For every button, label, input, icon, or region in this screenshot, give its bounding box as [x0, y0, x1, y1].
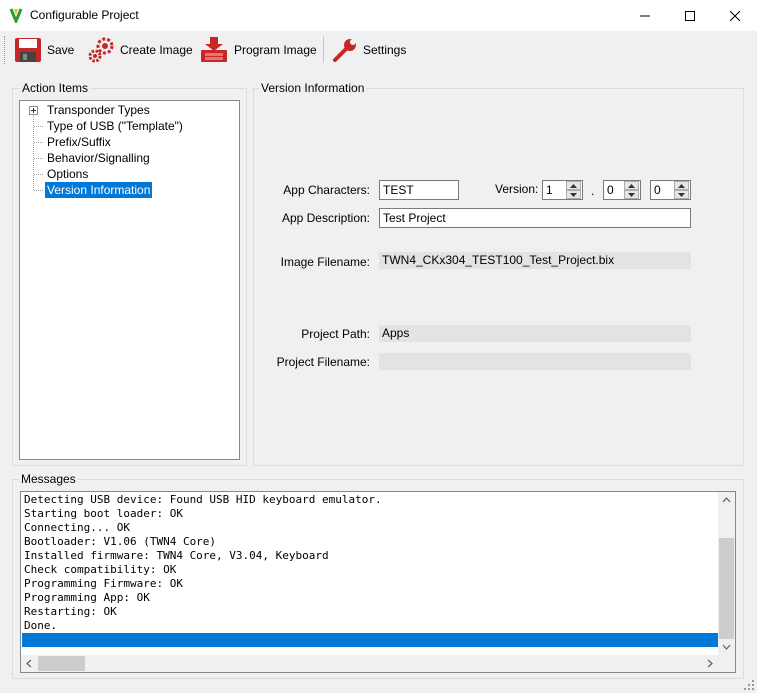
gears-icon	[88, 37, 114, 62]
app-description-input[interactable]: Test Project	[379, 208, 691, 228]
tree-guide-line	[34, 190, 43, 191]
version-major-down-button[interactable]	[566, 190, 581, 199]
minimize-icon	[639, 15, 650, 16]
version-label: Version:	[495, 182, 539, 196]
tree-item-behavior-signalling[interactable]: Behavior/Signalling	[45, 150, 152, 166]
tree-guide-line	[34, 142, 43, 143]
message-line: Installed firmware: TWN4 Core, V3.04, Ke…	[24, 549, 329, 562]
message-line: Detecting USB device: Found USB HID keyb…	[24, 493, 382, 506]
tree-item-version-information[interactable]: Version Information	[45, 182, 153, 198]
arrow-down-icon	[628, 192, 635, 197]
version-patch-stepper[interactable]: 0	[650, 180, 691, 200]
version-information-title: Version Information	[259, 81, 367, 95]
arrow-up-icon	[628, 183, 635, 188]
message-line: Programming App: OK	[24, 591, 150, 604]
version-minor-up-button[interactable]	[624, 181, 639, 190]
message-line: Bootloader: V1.06 (TWN4 Core)	[24, 535, 217, 548]
scroll-right-icon[interactable]	[701, 655, 718, 672]
close-icon	[729, 10, 740, 21]
program-image-button[interactable]: Program Image	[199, 33, 317, 66]
action-items-title: Action Items	[20, 81, 91, 95]
image-filename-label: Image Filename:	[280, 255, 370, 269]
project-filename-label: Project Filename:	[276, 355, 370, 369]
plus-icon	[31, 108, 36, 113]
image-filename-field[interactable]: TWN4_CKx304_TEST100_Test_Project.bix	[379, 252, 691, 269]
message-line: Check compatibility: OK	[24, 563, 177, 576]
arrow-up-icon	[570, 183, 577, 188]
tree-item-type-of-usb[interactable]: Type of USB ("Template")	[45, 118, 185, 134]
settings-button[interactable]: Settings	[332, 33, 406, 66]
version-minor-value: 0	[607, 183, 614, 197]
version-patch-value: 0	[654, 183, 661, 197]
wrench-icon	[333, 38, 356, 62]
program-download-icon	[201, 36, 227, 62]
tree-item-prefix-suffix[interactable]: Prefix/Suffix	[45, 134, 113, 150]
toolbar-separator	[323, 36, 324, 63]
vertical-scrollbar[interactable]	[718, 492, 735, 655]
close-button[interactable]	[712, 0, 757, 31]
message-line: Programming Firmware: OK	[24, 577, 183, 590]
vertical-scroll-thumb[interactable]	[719, 538, 734, 639]
app-icon	[9, 7, 23, 25]
save-label: Save	[47, 42, 75, 57]
save-button[interactable]: Save	[14, 33, 74, 66]
tree-guide-line	[34, 158, 43, 159]
window-title: Configurable Project	[30, 8, 139, 22]
expand-toggle[interactable]	[29, 106, 38, 115]
title-bar[interactable]: Configurable Project	[0, 0, 757, 31]
create-image-label: Create Image	[120, 42, 193, 57]
maximize-icon	[684, 10, 695, 21]
version-major-stepper[interactable]: 1	[542, 180, 583, 200]
version-patch-up-button[interactable]	[674, 181, 689, 190]
message-line-selected[interactable]	[22, 633, 719, 647]
tree-guide-line	[34, 174, 43, 175]
message-line: Restarting: OK	[24, 605, 117, 618]
settings-label: Settings	[363, 42, 407, 57]
tree-item-transponder-types[interactable]: Transponder Types	[45, 102, 152, 118]
arrow-down-icon	[570, 192, 577, 197]
messages-list[interactable]: Detecting USB device: Found USB HID keyb…	[20, 491, 736, 673]
message-line: Connecting... OK	[24, 521, 130, 534]
version-information-group	[253, 88, 744, 466]
message-line: Done.	[24, 619, 58, 632]
project-path-field[interactable]: Apps	[379, 325, 691, 342]
tree-item-options[interactable]: Options	[45, 166, 90, 182]
horizontal-scrollbar[interactable]	[21, 655, 718, 672]
scroll-up-icon[interactable]	[718, 492, 735, 509]
scroll-left-icon[interactable]	[21, 655, 38, 672]
horizontal-scroll-thumb[interactable]	[38, 656, 85, 671]
save-icon	[15, 37, 41, 62]
create-image-button[interactable]: Create Image	[87, 33, 193, 66]
app-characters-input[interactable]: TEST	[379, 180, 459, 200]
message-line: Starting boot loader: OK	[24, 507, 183, 520]
project-filename-field[interactable]	[379, 353, 691, 370]
program-image-label: Program Image	[234, 42, 317, 57]
messages-title: Messages	[19, 472, 78, 486]
minimize-button[interactable]	[622, 0, 667, 31]
scroll-down-icon[interactable]	[718, 638, 735, 655]
tree-guide-line	[34, 126, 43, 127]
toolbar-grip[interactable]	[4, 36, 7, 64]
version-minor-stepper[interactable]: 0	[603, 180, 641, 200]
arrow-down-icon	[678, 192, 685, 197]
app-characters-label: App Characters:	[283, 183, 370, 197]
app-description-label: App Description:	[281, 211, 370, 225]
resize-grip-icon[interactable]	[744, 680, 755, 691]
version-minor-down-button[interactable]	[624, 190, 639, 199]
maximize-button[interactable]	[667, 0, 712, 31]
scrollbar-corner	[718, 655, 735, 672]
version-major-value: 1	[546, 183, 553, 197]
arrow-up-icon	[678, 183, 685, 188]
version-major-up-button[interactable]	[566, 181, 581, 190]
version-patch-down-button[interactable]	[674, 190, 689, 199]
project-path-label: Project Path:	[301, 327, 370, 341]
version-separator: .	[591, 184, 595, 198]
action-items-tree[interactable]: Transponder Types Type of USB ("Template…	[19, 100, 240, 460]
